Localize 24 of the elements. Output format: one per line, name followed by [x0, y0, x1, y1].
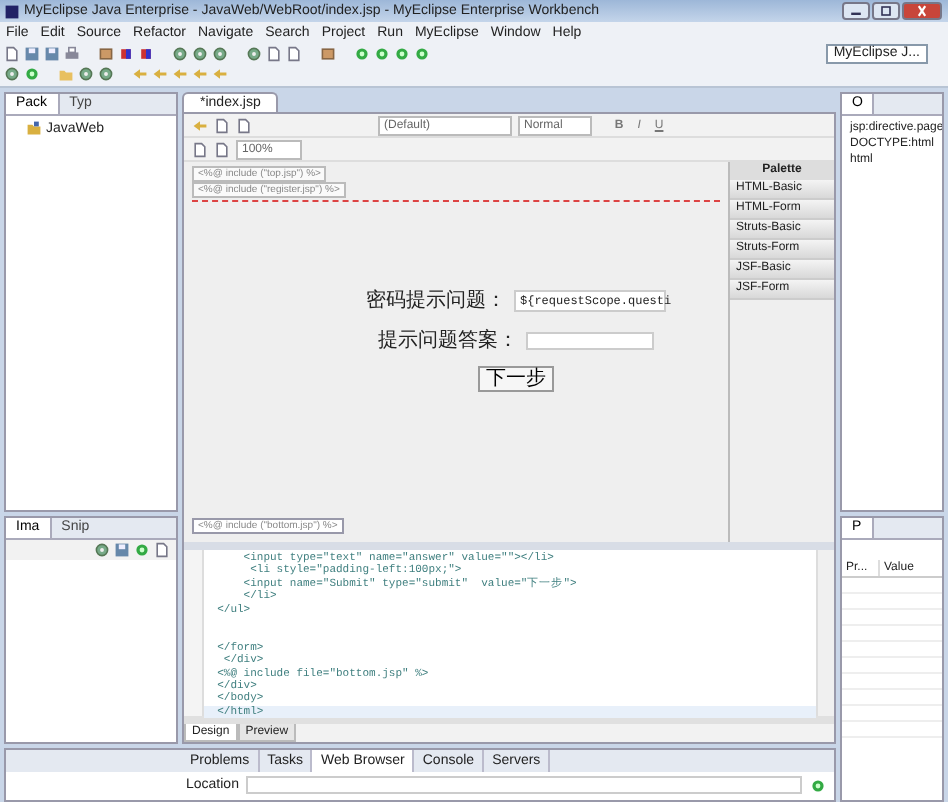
circle-icon[interactable] [354, 46, 370, 62]
field-label: 提示问题答案： [378, 327, 518, 354]
circle-icon[interactable] [810, 777, 826, 793]
circle-icon[interactable] [374, 46, 390, 62]
project-icon [26, 120, 42, 136]
close-icon [914, 4, 930, 18]
page-icon[interactable] [4, 46, 20, 62]
scroll-bar[interactable] [816, 550, 834, 716]
field-label: 密码提示问题： [366, 287, 506, 314]
input-field[interactable] [526, 331, 654, 349]
submit-button[interactable]: 下一步 [478, 366, 554, 392]
location-field[interactable] [246, 776, 802, 794]
minimize-button[interactable] [842, 2, 870, 20]
maximize-button[interactable] [872, 2, 900, 20]
maximize-icon [878, 4, 894, 18]
box-icon[interactable] [320, 46, 336, 62]
circle-icon[interactable] [24, 66, 40, 82]
box-icon[interactable] [98, 46, 114, 62]
circle-icon[interactable] [414, 46, 430, 62]
circle-icon[interactable] [134, 542, 150, 558]
app-icon [4, 3, 20, 19]
circle-icon[interactable] [394, 46, 410, 62]
close-button[interactable] [902, 2, 942, 20]
printer-icon[interactable] [64, 46, 80, 62]
